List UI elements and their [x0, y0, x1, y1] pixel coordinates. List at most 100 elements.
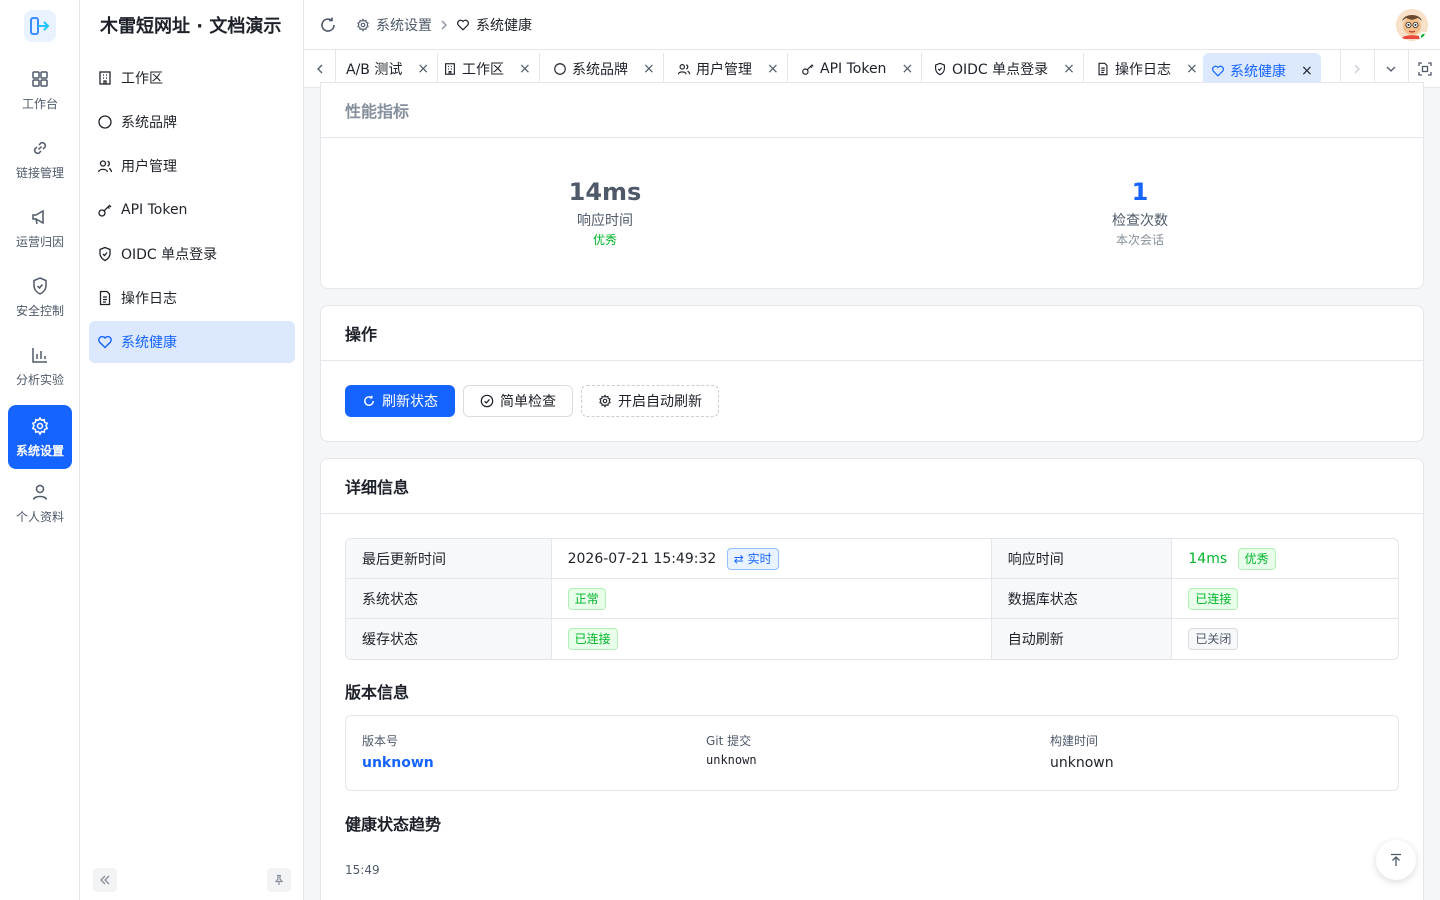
auto-refresh-tag: 已关闭	[1188, 628, 1239, 650]
tab-brand[interactable]: 系统品牌 ×	[545, 53, 664, 85]
table-row: 缓存状态 已连接 自动刷新 已关闭	[346, 619, 1398, 659]
actions-card: 操作 刷新状态 简单检查 开启自动刷新	[320, 305, 1424, 442]
build-time-col: 构建时间 unknown	[1050, 732, 1114, 771]
back-to-top-button[interactable]	[1376, 840, 1416, 880]
tab-label: API Token	[820, 61, 887, 77]
rail-item-analytics[interactable]: 分析实验	[8, 334, 72, 398]
sidebar-item-api-token[interactable]: API Token	[89, 189, 295, 231]
tab-close-icon[interactable]: ×	[767, 61, 779, 77]
performance-title-text: 性能指标	[345, 102, 410, 121]
metric-response-value: 14ms	[568, 178, 642, 206]
tab-close-icon[interactable]: ×	[1301, 63, 1313, 79]
breadcrumb-current: 系统健康	[476, 18, 532, 34]
shield-icon	[33, 276, 47, 295]
enable-auto-refresh-button[interactable]: 开启自动刷新	[581, 385, 719, 417]
sidebar-item-brand[interactable]: 系统品牌	[89, 101, 295, 143]
simple-check-button[interactable]: 简单检查	[463, 385, 573, 417]
avatar[interactable]	[1396, 9, 1428, 41]
tab-users[interactable]: 用户管理 ×	[669, 53, 788, 85]
dashboard-icon	[32, 70, 48, 87]
refresh-status-button[interactable]: 刷新状态	[345, 385, 455, 417]
rail-item-workbench[interactable]: 工作台	[8, 58, 72, 122]
last-update-value: 2026-07-21 15:49:32	[567, 550, 717, 567]
app-brand: 木雷短网址 · 文档演示	[100, 16, 282, 37]
shield-check-icon	[935, 62, 945, 76]
build-time-label: 构建时间	[1050, 734, 1099, 748]
response-time-label: 响应时间	[991, 539, 1173, 579]
tab-close-icon[interactable]: ×	[417, 61, 429, 77]
db-status-label: 数据库状态	[991, 579, 1173, 619]
tab-oidc[interactable]: OIDC 单点登录 ×	[925, 53, 1084, 85]
db-status-cell: 已连接	[1172, 579, 1398, 619]
version-number-col: 版本号 unknown	[362, 732, 434, 771]
breadcrumb: 系统设置 系统健康	[356, 15, 532, 35]
system-status-tag: 正常	[567, 587, 606, 610]
last-update-cell: 2026-07-21 15:49:32 ⇄ 实时	[551, 539, 992, 579]
refresh-icon	[364, 395, 374, 406]
rail-item-security[interactable]: 安全控制	[8, 265, 72, 329]
key-icon	[802, 64, 814, 75]
double-chevron-left-icon	[100, 875, 110, 885]
tab-close-icon[interactable]: ×	[1186, 61, 1198, 77]
version-number-value: unknown	[362, 755, 434, 771]
gear-icon	[599, 394, 611, 408]
tab-ab-test[interactable]: A/B 测试 ×	[338, 53, 439, 85]
sidebar-item-oidc[interactable]: OIDC 单点登录	[89, 233, 295, 275]
tab-label: 工作区	[462, 62, 504, 78]
top-header: 系统设置 系统健康	[304, 0, 1440, 50]
sidebar-item-users[interactable]: 用户管理	[89, 145, 295, 187]
tab-label: A/B 测试	[346, 62, 403, 78]
file-text-icon	[1098, 62, 1108, 76]
gear-icon	[357, 18, 369, 32]
trend-section-title: 健康状态趋势	[345, 815, 442, 834]
tab-workspace[interactable]: 工作区 ×	[435, 53, 540, 85]
rail-item-attribution[interactable]: 运营归因	[8, 196, 72, 260]
bar-chart-icon	[32, 347, 47, 363]
pin-icon	[274, 874, 284, 885]
sidebar-item-audit-log[interactable]: 操作日志	[89, 277, 295, 319]
metric-checks-label: 检查次数	[1112, 213, 1168, 229]
shield-check-icon	[99, 246, 111, 262]
tab-close-icon[interactable]: ×	[519, 61, 531, 77]
app-logo[interactable]	[24, 10, 56, 42]
secondary-sidebar: 木雷短网址 · 文档演示 工作区 系统品牌 用户管理 API Token OID…	[80, 0, 304, 900]
tab-close-icon[interactable]: ×	[643, 61, 655, 77]
sidebar-item-label: API Token	[121, 202, 188, 218]
metric-checks-sub: 本次会话	[1115, 233, 1164, 247]
breadcrumb-parent[interactable]: 系统设置	[376, 15, 432, 35]
rail-item-label: 个人资料	[15, 509, 64, 524]
tab-close-icon[interactable]: ×	[1063, 61, 1075, 77]
heart-icon	[457, 19, 469, 31]
system-status-cell: 正常	[551, 579, 992, 619]
sidebar-item-label: 工作区	[121, 71, 163, 87]
sidebar-item-workspace[interactable]: 工作区	[89, 57, 295, 99]
user-icon	[32, 484, 48, 500]
metric-response-time: 14ms 响应时间 优秀	[505, 178, 705, 248]
sidebar-item-label: 系统品牌	[121, 115, 177, 131]
tab-audit-log[interactable]: 操作日志 ×	[1088, 53, 1207, 85]
tab-close-icon[interactable]: ×	[901, 61, 913, 77]
metric-response-sub: 优秀	[592, 233, 617, 247]
cache-status-label: 缓存状态	[346, 619, 552, 659]
refresh-icon[interactable]	[318, 15, 338, 35]
response-quality-tag: 优秀	[1237, 547, 1276, 570]
auto-refresh-cell: 已关闭	[1172, 619, 1398, 659]
metric-checks-value: 1	[1131, 178, 1149, 206]
check-circle-icon	[480, 394, 494, 408]
heart-icon	[98, 335, 112, 349]
simple-check-label: 简单检查	[500, 394, 556, 410]
rail-item-profile[interactable]: 个人资料	[8, 471, 72, 535]
rail-item-label: 安全控制	[15, 303, 64, 318]
primary-rail: 工作台 链接管理 运营归因 安全控制 分析实验 系统设置 个人资料	[0, 0, 80, 900]
sidebar-item-label: OIDC 单点登录	[121, 247, 218, 263]
online-status-dot	[1419, 32, 1428, 41]
tab-api-token[interactable]: API Token ×	[793, 53, 923, 85]
last-update-label: 最后更新时间	[346, 539, 552, 579]
collapse-sidebar-button[interactable]	[93, 868, 117, 892]
rail-item-settings[interactable]: 系统设置	[8, 405, 72, 469]
chevron-down-icon	[1386, 66, 1395, 72]
sidebar-item-system-health[interactable]: 系统健康	[89, 321, 295, 363]
rail-item-label: 运营归因	[15, 234, 64, 249]
pin-sidebar-button[interactable]	[267, 868, 291, 892]
rail-item-links[interactable]: 链接管理	[8, 127, 72, 191]
